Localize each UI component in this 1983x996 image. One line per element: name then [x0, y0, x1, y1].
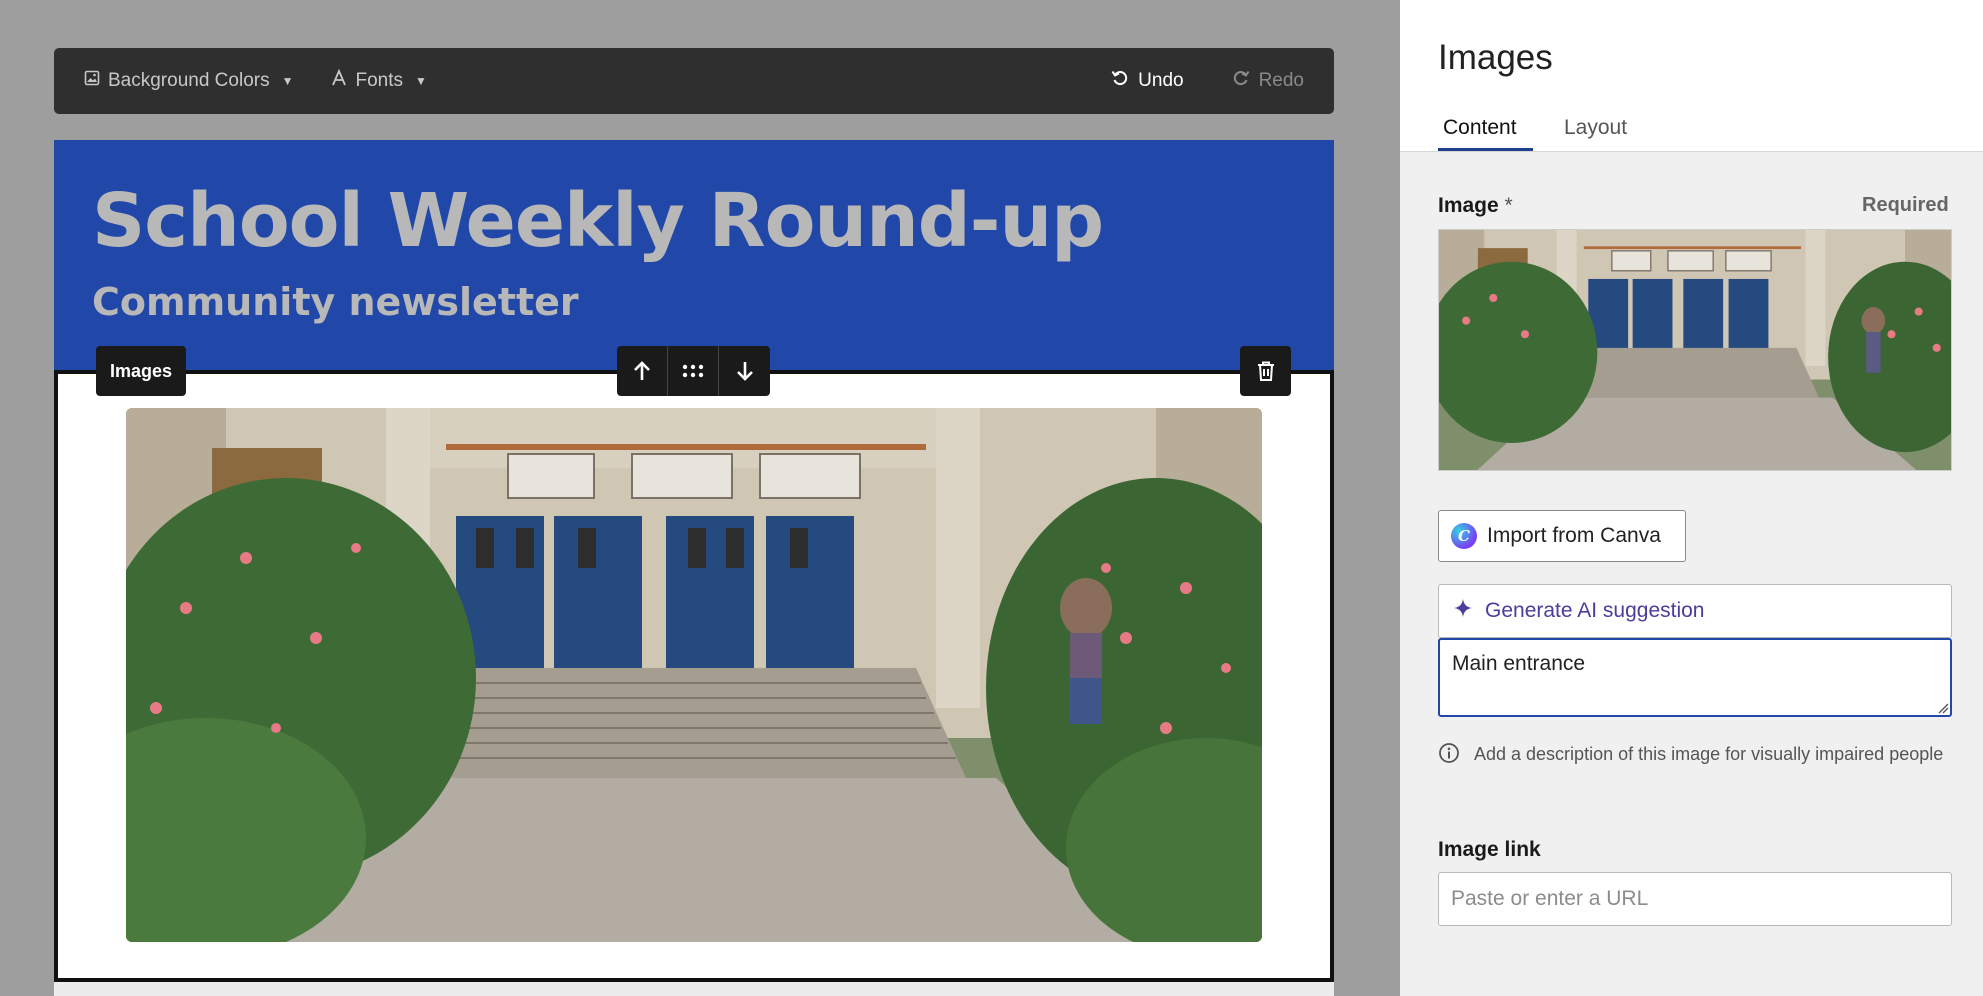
image-icon — [84, 70, 100, 92]
arrow-up-icon — [634, 361, 650, 380]
arrow-down-icon — [736, 362, 753, 381]
chevron-down-icon: ▼ — [281, 74, 294, 88]
background-colors-label: Background Colors — [108, 70, 270, 91]
redo-label: Redo — [1258, 70, 1304, 91]
undo-button[interactable]: Undo — [1111, 69, 1184, 93]
newsletter-header[interactable]: School Weekly Round-up Community newslet… — [54, 140, 1334, 370]
panel-title: Images — [1438, 38, 1553, 77]
delete-block-button[interactable] — [1240, 346, 1291, 396]
background-colors-menu[interactable]: Background Colors ▼ — [84, 70, 293, 92]
fonts-label: Fonts — [355, 70, 404, 91]
active-tab-indicator — [1438, 148, 1533, 151]
image-label-text: Image — [1438, 194, 1499, 217]
drag-handle-icon — [682, 364, 704, 378]
resize-grip-icon[interactable] — [1937, 702, 1949, 714]
redo-icon — [1232, 69, 1250, 93]
required-note: Required — [1862, 194, 1949, 216]
tab-content[interactable]: Content — [1443, 116, 1517, 140]
undo-label: Undo — [1138, 70, 1184, 91]
generate-ai-label: Generate AI suggestion — [1485, 599, 1705, 622]
canva-logo-icon: C — [1451, 523, 1477, 549]
properties-panel: Images Content Layout Image * Required C… — [1400, 0, 1983, 996]
tab-layout[interactable]: Layout — [1564, 116, 1627, 140]
image-preview[interactable] — [1438, 229, 1952, 471]
image-field-label: Image * — [1438, 194, 1513, 218]
newsletter-title: School Weekly Round-up — [92, 178, 1104, 264]
move-down-button[interactable] — [719, 346, 770, 396]
school-entrance-image[interactable] — [126, 408, 1262, 942]
trash-icon — [1257, 361, 1274, 381]
block-controls — [617, 346, 770, 396]
editor-canvas: Background Colors ▼ Fonts ▼ Undo Redo Sc… — [0, 0, 1400, 996]
generate-ai-suggestion-button[interactable]: Generate AI suggestion — [1438, 584, 1952, 638]
image-link-input[interactable] — [1438, 872, 1952, 926]
block-label: Images — [96, 346, 187, 396]
undo-icon — [1111, 69, 1129, 93]
redo-button[interactable]: Redo — [1232, 69, 1304, 93]
required-star: * — [1504, 194, 1513, 217]
sparkle-icon — [1453, 598, 1473, 624]
chevron-down-icon: ▼ — [415, 74, 427, 88]
panel-header: Images Content Layout — [1400, 0, 1983, 152]
editor-toolbar: Background Colors ▼ Fonts ▼ Undo Redo — [54, 48, 1334, 114]
import-from-canva-button[interactable]: C Import from Canva — [1438, 510, 1686, 562]
alt-text-help: Add a description of this image for visu… — [1474, 744, 1944, 764]
font-icon — [331, 68, 347, 93]
import-canva-label: Import from Canva — [1487, 524, 1661, 547]
image-link-label: Image link — [1438, 838, 1541, 861]
alt-text-field[interactable] — [1438, 638, 1952, 717]
move-up-button[interactable] — [617, 346, 668, 396]
drag-handle-button[interactable] — [668, 346, 719, 396]
info-icon — [1438, 742, 1460, 769]
newsletter-subtitle: Community newsletter — [92, 280, 579, 324]
fonts-menu[interactable]: Fonts ▼ — [331, 68, 427, 93]
